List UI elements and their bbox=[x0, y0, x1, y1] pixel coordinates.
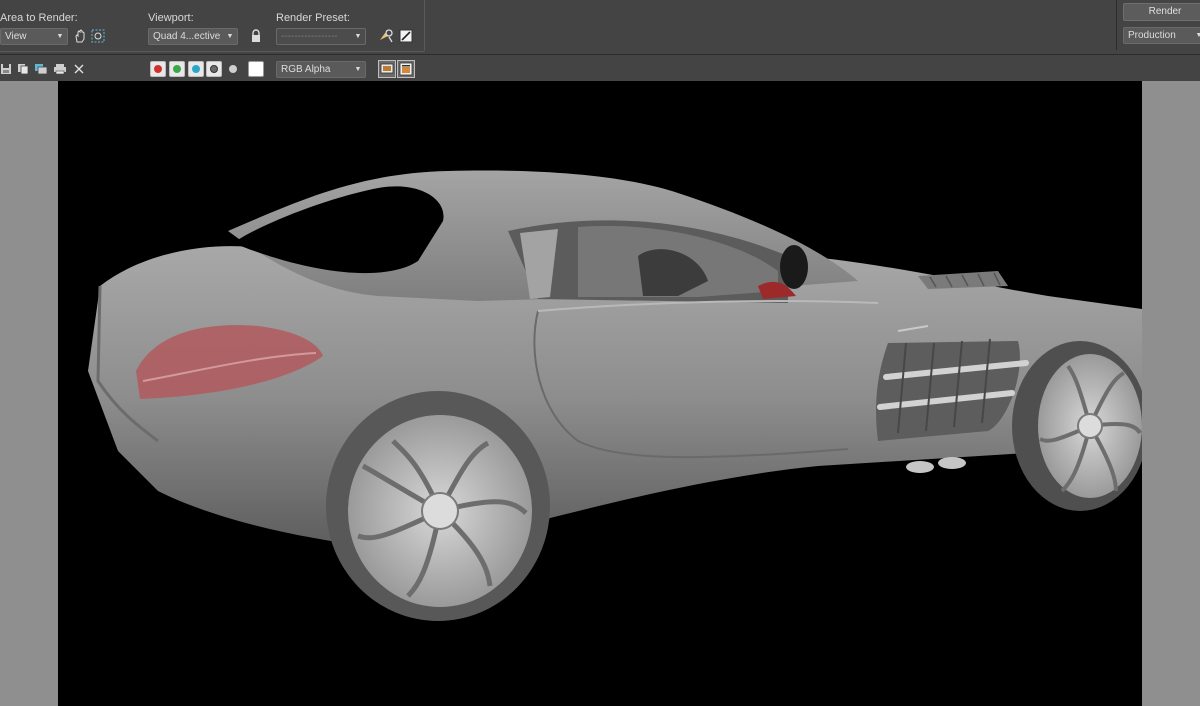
area-to-render-label: Area to Render: bbox=[0, 12, 78, 24]
render-preset-value: ----------------- bbox=[281, 31, 338, 42]
render-mode-dropdown[interactable]: Production ▼ bbox=[1123, 27, 1200, 44]
alpha-channel-icon bbox=[210, 65, 218, 73]
save-image-icon[interactable] bbox=[0, 61, 14, 77]
auto-region-select-icon[interactable] bbox=[90, 28, 106, 44]
chevron-down-icon: ▼ bbox=[354, 66, 362, 73]
viewport-label: Viewport: bbox=[148, 12, 194, 24]
toggle-ui-icon[interactable] bbox=[397, 60, 415, 78]
chevron-down-icon: ▼ bbox=[1192, 28, 1200, 43]
monochrome-toggle[interactable] bbox=[225, 61, 241, 77]
render-setup-icon[interactable] bbox=[378, 28, 394, 44]
display-channel-value: RGB Alpha bbox=[281, 64, 331, 75]
area-to-render-dropdown[interactable]: View ▼ bbox=[0, 28, 68, 45]
clear-close-icon[interactable] bbox=[71, 61, 87, 77]
clone-frame-window-icon[interactable] bbox=[33, 61, 49, 77]
rendered-car-image bbox=[88, 170, 1142, 621]
chevron-down-icon: ▼ bbox=[226, 33, 234, 40]
alpha-channel-toggle[interactable] bbox=[206, 61, 222, 77]
monochrome-icon bbox=[229, 65, 237, 73]
pan-hand-icon[interactable] bbox=[72, 28, 88, 44]
render-button[interactable]: Render bbox=[1123, 3, 1200, 21]
chevron-down-icon: ▼ bbox=[354, 33, 362, 40]
toggle-ui-overlay-icon[interactable] bbox=[378, 60, 396, 78]
blue-channel-icon bbox=[192, 65, 200, 73]
lock-icon[interactable] bbox=[248, 28, 264, 44]
background-color-swatch[interactable] bbox=[248, 61, 264, 77]
environment-effects-icon[interactable] bbox=[398, 28, 414, 44]
green-channel-icon bbox=[173, 65, 181, 73]
area-to-render-value: View bbox=[5, 31, 27, 42]
chevron-down-icon: ▼ bbox=[56, 33, 64, 40]
render-mode-value: Production bbox=[1128, 30, 1176, 41]
copy-image-icon[interactable] bbox=[15, 61, 31, 77]
viewport-value: Quad 4...ective bbox=[153, 31, 221, 42]
render-settings-bar: Area to Render: View ▼ Viewport: Quad 4.… bbox=[0, 0, 1200, 55]
red-channel-icon bbox=[154, 65, 162, 73]
red-channel-toggle[interactable] bbox=[150, 61, 166, 77]
green-channel-toggle[interactable] bbox=[169, 61, 185, 77]
display-channel-dropdown[interactable]: RGB Alpha ▼ bbox=[276, 61, 366, 78]
rendered-image bbox=[58, 81, 1142, 706]
render-action-panel: Render Production ▼ bbox=[1116, 0, 1200, 50]
viewport-dropdown[interactable]: Quad 4...ective ▼ bbox=[148, 28, 238, 45]
render-preset-dropdown[interactable]: ----------------- ▼ bbox=[276, 28, 366, 45]
render-preset-label: Render Preset: bbox=[276, 12, 350, 24]
print-icon[interactable] bbox=[52, 61, 68, 77]
blue-channel-toggle[interactable] bbox=[188, 61, 204, 77]
